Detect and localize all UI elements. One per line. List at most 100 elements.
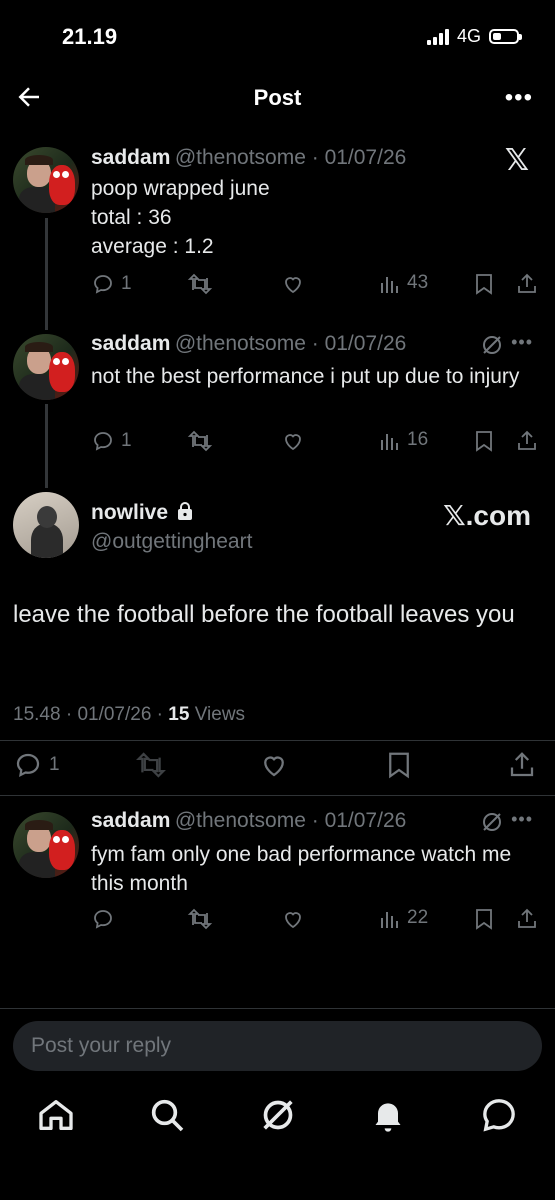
repost-icon bbox=[187, 273, 213, 295]
more-icon[interactable]: ••• bbox=[511, 332, 533, 353]
share-icon bbox=[518, 430, 536, 450]
xcom-watermark: 𝕏.com bbox=[443, 500, 531, 531]
reply-icon bbox=[94, 910, 112, 929]
divider bbox=[0, 740, 555, 741]
page-title: Post bbox=[253, 85, 302, 110]
views-count: 16 bbox=[407, 429, 429, 450]
main-author-name[interactable]: nowlive bbox=[91, 501, 194, 525]
like-icon bbox=[285, 912, 301, 929]
reply-input[interactable] bbox=[13, 1021, 542, 1071]
author-name[interactable]: saddam bbox=[91, 332, 170, 355]
bookmark-icon bbox=[476, 909, 492, 930]
tweet-actions: 1 43 bbox=[91, 272, 541, 302]
like-button[interactable] bbox=[281, 907, 305, 931]
share-button[interactable] bbox=[515, 907, 539, 931]
views-icon bbox=[381, 277, 398, 293]
author-handle[interactable]: @thenotsome bbox=[175, 332, 306, 355]
views-button[interactable]: 16 bbox=[379, 429, 428, 451]
like-button[interactable] bbox=[281, 272, 305, 296]
lock-icon bbox=[177, 502, 192, 520]
post-date[interactable]: 01/07/26 bbox=[325, 332, 407, 355]
avatar[interactable] bbox=[13, 812, 79, 878]
tweet-actions: 1 16 bbox=[91, 429, 541, 459]
tweet-line: total : 36 bbox=[91, 206, 172, 229]
grok-icon[interactable] bbox=[258, 1095, 298, 1135]
reply-icon bbox=[94, 432, 112, 451]
messages-icon[interactable] bbox=[479, 1095, 519, 1135]
tweet-line: poop wrapped june bbox=[91, 177, 270, 200]
notifications-icon[interactable] bbox=[368, 1095, 408, 1135]
post-timestamp: 15.48 · 01/07/26 · 15 Views bbox=[13, 704, 246, 725]
author-name[interactable]: saddam bbox=[91, 809, 170, 832]
search-icon[interactable] bbox=[147, 1095, 187, 1135]
author-handle[interactable]: @thenotsome bbox=[175, 146, 306, 169]
post-date[interactable]: 01/07/26 bbox=[325, 809, 407, 832]
like-icon bbox=[285, 434, 301, 451]
views-button[interactable]: 22 bbox=[379, 907, 428, 929]
divider bbox=[0, 1008, 555, 1009]
repost-button[interactable] bbox=[187, 429, 213, 453]
like-icon bbox=[264, 756, 284, 777]
share-icon bbox=[518, 273, 536, 293]
post-time: 15.48 bbox=[13, 704, 61, 725]
grok-icon[interactable] bbox=[481, 334, 503, 356]
reply-count: 1 bbox=[49, 754, 60, 775]
more-icon[interactable]: ••• bbox=[511, 809, 533, 830]
like-button[interactable] bbox=[259, 750, 289, 780]
bookmark-icon bbox=[476, 274, 492, 295]
bookmark-button[interactable] bbox=[473, 907, 495, 931]
bookmark-icon bbox=[389, 752, 409, 779]
repost-button[interactable] bbox=[135, 750, 167, 780]
tweet-header: saddam @thenotsome · 01/07/26 bbox=[91, 809, 407, 832]
share-button[interactable] bbox=[507, 750, 537, 780]
status-bar-right: 4G bbox=[426, 26, 522, 47]
reply-button[interactable] bbox=[91, 907, 115, 931]
like-button[interactable] bbox=[281, 429, 305, 453]
views-button[interactable]: 43 bbox=[379, 272, 428, 294]
views-icon bbox=[381, 912, 398, 928]
more-icon[interactable]: ••• bbox=[505, 84, 533, 112]
reply-button[interactable]: 1 bbox=[13, 750, 60, 780]
repost-button[interactable] bbox=[187, 907, 213, 931]
home-icon[interactable] bbox=[36, 1095, 76, 1135]
bottom-nav bbox=[0, 1095, 555, 1139]
reply-button[interactable]: 1 bbox=[91, 429, 132, 453]
thread-line bbox=[45, 404, 48, 488]
post-date[interactable]: 01/07/26 bbox=[325, 146, 407, 169]
avatar[interactable] bbox=[13, 492, 79, 558]
bookmark-button[interactable] bbox=[385, 750, 413, 780]
tweet-header: saddam @thenotsome · 01/07/26 bbox=[91, 146, 407, 169]
repost-button[interactable] bbox=[187, 272, 213, 296]
views-count: 22 bbox=[407, 907, 429, 928]
like-icon bbox=[285, 277, 301, 294]
views-count: 43 bbox=[407, 272, 429, 293]
tweet-actions: 22 bbox=[91, 907, 541, 937]
reply-icon bbox=[94, 275, 112, 294]
avatar[interactable] bbox=[13, 334, 79, 400]
author-handle[interactable]: @outgettingheart bbox=[91, 530, 252, 554]
signal-icon bbox=[426, 28, 449, 45]
bookmark-button[interactable] bbox=[473, 429, 495, 453]
avatar[interactable] bbox=[13, 147, 79, 213]
tweet-text: not the best performance i put up due to… bbox=[91, 365, 520, 388]
share-icon bbox=[510, 752, 534, 777]
thread-line bbox=[45, 218, 48, 330]
tweet-text: poop wrapped june total : 36 average : 1… bbox=[91, 174, 531, 261]
post-date: 01/07/26 bbox=[77, 704, 152, 725]
main-post-text: leave the football before the football l… bbox=[13, 601, 515, 628]
author-name: nowlive bbox=[91, 501, 169, 524]
grok-icon[interactable] bbox=[481, 811, 503, 833]
status-time: 21.19 bbox=[62, 24, 118, 49]
tweet-text: fym fam only one bad performance watch m… bbox=[91, 843, 512, 895]
tweet-line: average : 1.2 bbox=[91, 235, 214, 258]
reply-composer[interactable] bbox=[13, 1021, 542, 1071]
repost-icon bbox=[187, 430, 213, 452]
author-name[interactable]: saddam bbox=[91, 146, 170, 169]
share-button[interactable] bbox=[515, 272, 539, 296]
reply-button[interactable]: 1 bbox=[91, 272, 132, 296]
battery-icon bbox=[489, 29, 522, 44]
bookmark-button[interactable] bbox=[473, 272, 495, 296]
author-handle[interactable]: @thenotsome bbox=[175, 809, 306, 832]
share-button[interactable] bbox=[515, 429, 539, 453]
repost-icon bbox=[136, 752, 166, 778]
